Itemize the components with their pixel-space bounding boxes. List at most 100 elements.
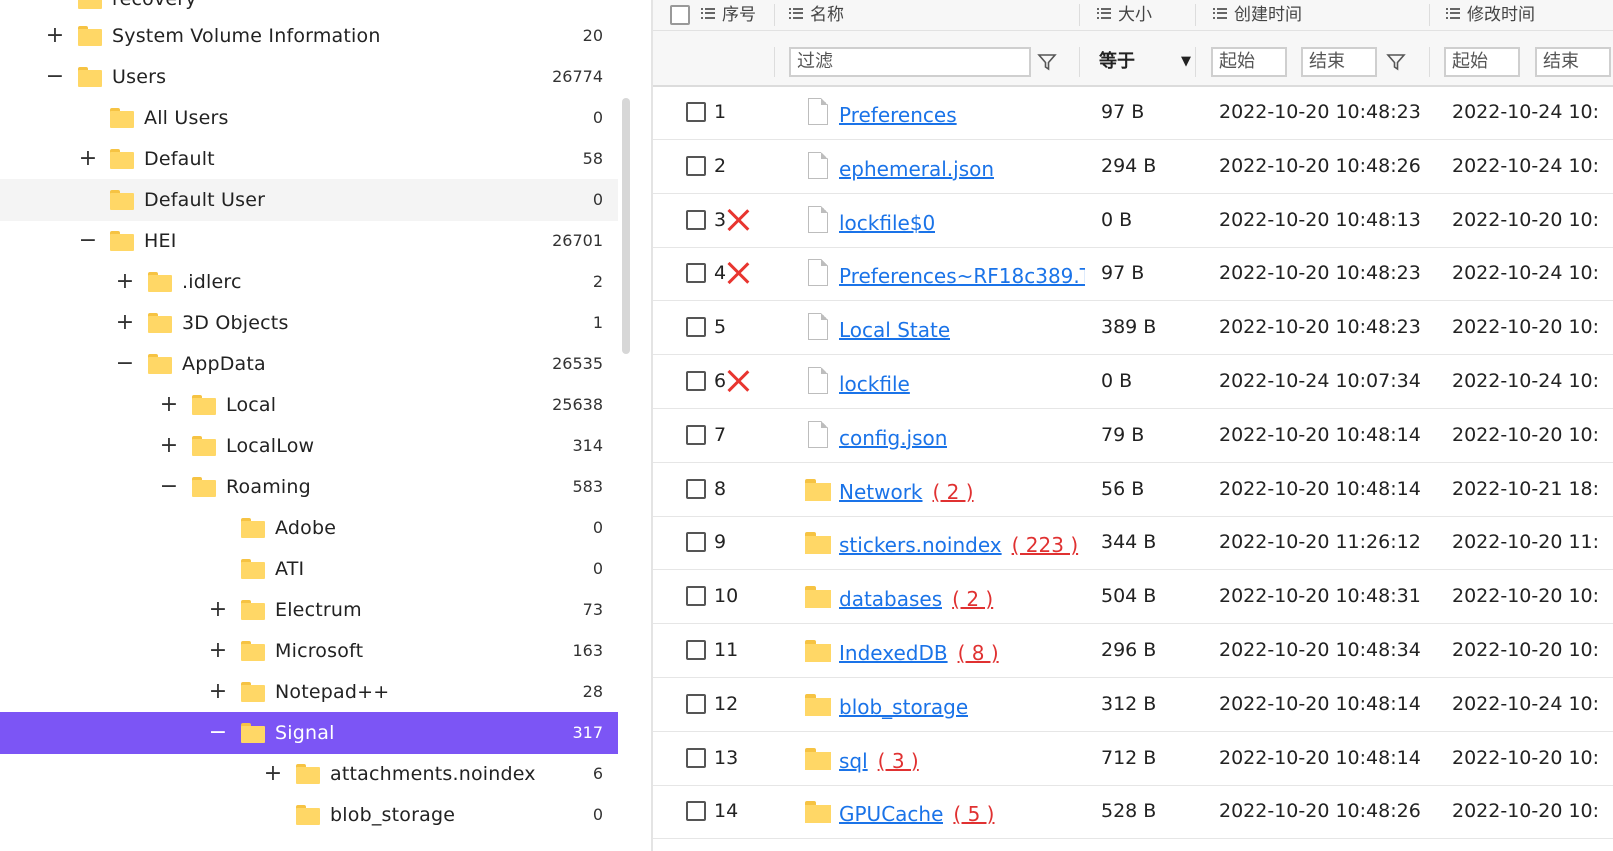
tree-item[interactable]: − Roaming 583 [0, 466, 618, 508]
expand-icon[interactable]: + [44, 22, 66, 50]
expand-icon[interactable]: + [114, 268, 136, 296]
collapse-icon[interactable]: − [158, 473, 180, 501]
file-name-link[interactable]: IndexedDB [839, 624, 948, 677]
tree-item[interactable]: − HEI 26701 [0, 220, 618, 262]
tree-item-count: 0 [592, 805, 603, 824]
tree-item[interactable]: Adobe 0 [0, 507, 618, 549]
collapse-icon[interactable]: − [114, 350, 136, 378]
tree-item[interactable]: Default User 0 [0, 179, 618, 221]
file-name-link[interactable]: lockfile$0 [839, 194, 935, 247]
expand-icon[interactable]: + [114, 309, 136, 337]
row-checkbox[interactable] [686, 478, 706, 499]
expand-icon[interactable]: + [262, 760, 284, 788]
table-row[interactable]: 10 databases ( 2 ) 504 B 2022-10-20 10:48:31… [653, 570, 1613, 625]
created-start-input[interactable]: 起始 [1211, 47, 1287, 77]
file-name-link[interactable]: lockfile [839, 355, 910, 408]
expand-icon[interactable]: + [158, 432, 180, 460]
expand-icon[interactable]: + [207, 637, 229, 665]
tree-item[interactable]: All Users 0 [0, 97, 618, 139]
expand-icon[interactable]: + [77, 145, 99, 173]
table-row[interactable]: 2 ephemeral.json 294 B 2022-10-20 10:48:26 2… [653, 140, 1613, 194]
row-checkbox[interactable] [686, 586, 706, 607]
file-name-link[interactable]: Local State [839, 301, 950, 354]
size-operator-select[interactable]: 等于 ▼ [1099, 47, 1191, 77]
row-checkbox[interactable] [686, 371, 706, 391]
child-count-link[interactable]: ( 8 ) [958, 641, 999, 665]
tree-item[interactable]: +3D Objects 1 [0, 302, 618, 344]
row-checkbox[interactable] [686, 693, 706, 714]
row-checkbox[interactable] [686, 317, 706, 338]
tree-item[interactable]: + Electrum 73 [0, 589, 618, 631]
tree-item[interactable]: + Microsoft 163 [0, 630, 618, 672]
collapse-icon[interactable]: − [207, 719, 229, 747]
table-row[interactable]: 13 sql ( 3 ) 712 B 2022-10-20 10:48:14 2022-1… [653, 732, 1613, 786]
tree-item-label: Users [112, 66, 167, 88]
file-name-link[interactable]: sql [839, 732, 868, 785]
collapse-icon[interactable]: − [44, 63, 66, 91]
created-end-input[interactable]: 结束 [1301, 47, 1377, 77]
table-row[interactable]: 9 stickers.noindex ( 223 ) 344 B 2022-10-20 … [653, 516, 1613, 571]
table-row[interactable]: 5 Local State 389 B 2022-10-20 10:48:23 2022… [653, 301, 1613, 356]
row-checkbox[interactable] [686, 640, 706, 660]
tree-item[interactable]: ATI 0 [0, 548, 618, 590]
file-name-link[interactable]: stickers.noindex [839, 516, 1002, 569]
header-size[interactable]: 大小 [1097, 0, 1152, 30]
row-checkbox[interactable] [686, 532, 706, 553]
file-name-link[interactable]: databases [839, 570, 942, 623]
expand-icon[interactable]: + [158, 391, 180, 419]
filter-funnel-icon[interactable] [1037, 52, 1057, 72]
child-count-link[interactable]: ( 5 ) [953, 802, 994, 826]
header-name[interactable]: 名称 [789, 0, 844, 30]
table-row[interactable]: 12 blob_storage 312 B 2022-10-20 10:48:14 20… [653, 678, 1613, 732]
table-row[interactable]: 11 IndexedDB ( 8 ) 296 B 2022-10-20 10:48:34… [653, 624, 1613, 678]
row-checkbox[interactable] [686, 747, 706, 768]
file-name-link[interactable]: blob_storage [839, 678, 968, 731]
row-checkbox[interactable] [686, 263, 706, 284]
table-row[interactable]: 6 lockfile 0 B 2022-10-24 10:07:34 2022-10-2… [653, 355, 1613, 409]
file-name-link[interactable]: config.json [839, 409, 947, 462]
file-name-link[interactable]: GPUCache [839, 785, 943, 838]
select-all-checkbox[interactable] [670, 5, 690, 25]
name-filter-input[interactable]: 过滤 [789, 47, 1031, 77]
collapse-icon[interactable]: − [77, 227, 99, 255]
tree-item[interactable]: + Local 25638 [0, 384, 618, 426]
child-count-link[interactable]: ( 2 ) [952, 587, 993, 611]
header-created[interactable]: 创建时间 [1213, 0, 1302, 30]
tree-item[interactable]: + LocalLow 314 [0, 425, 618, 467]
child-count-link[interactable]: ( 3 ) [878, 749, 919, 773]
expand-icon[interactable]: + [207, 678, 229, 706]
header-modified[interactable]: 修改时间 [1446, 0, 1535, 30]
tree-item[interactable]: blob_storage 0 [0, 794, 618, 836]
modified-start-input[interactable]: 起始 [1444, 47, 1520, 77]
tree-item[interactable]: + attachments.noindex 6 [0, 753, 618, 795]
table-row[interactable]: 8 Network ( 2 ) 56 B 2022-10-20 10:48:14 2022… [653, 463, 1613, 517]
tree-scrollbar[interactable] [622, 98, 630, 354]
header-seq[interactable]: 序号 [701, 0, 756, 30]
file-name-link[interactable]: Preferences~RF18c389.TMP [839, 247, 1085, 300]
row-checkbox[interactable] [686, 209, 706, 230]
child-count-link[interactable]: ( 2 ) [933, 480, 974, 504]
expand-icon[interactable]: + [207, 596, 229, 624]
table-row[interactable]: 1 Preferences 97 B 2022-10-20 10:48:23 2022-… [653, 86, 1613, 140]
table-row[interactable]: 4 Preferences~RF18c389.TMP 97 B 2022-10-20 … [653, 247, 1613, 302]
tree-item[interactable]: + System Volume Information 20 [0, 15, 618, 57]
filter-funnel-icon[interactable] [1386, 52, 1406, 72]
file-name-link[interactable]: Preferences [839, 86, 957, 139]
row-checkbox[interactable] [686, 801, 706, 822]
file-name-link[interactable]: Network [839, 463, 923, 516]
tree-item[interactable]: − AppData 26535 [0, 343, 618, 385]
child-count-link[interactable]: ( 223 ) [1012, 533, 1079, 557]
tree-item[interactable]: − Signal 317 [0, 712, 618, 754]
tree-item[interactable]: + Notepad++ 28 [0, 671, 618, 713]
row-checkbox[interactable] [686, 155, 706, 176]
tree-item[interactable]: + .idlerc 2 [0, 261, 618, 303]
modified-end-input[interactable]: 结束 [1535, 47, 1611, 77]
file-name-link[interactable]: ephemeral.json [839, 140, 994, 193]
tree-item[interactable]: + Default 58 [0, 138, 618, 180]
table-row[interactable]: 7 config.json 79 B 2022-10-20 10:48:14 2022-… [653, 409, 1613, 463]
tree-item[interactable]: − Users 26774 [0, 56, 618, 98]
row-checkbox[interactable] [686, 102, 706, 122]
row-checkbox[interactable] [686, 424, 706, 445]
table-row[interactable]: 3 lockfile$0 0 B 2022-10-20 10:48:13 2022-10… [653, 194, 1613, 248]
table-row[interactable]: 14 GPUCache ( 5 ) 528 B 2022-10-20 10:48:26 2… [653, 785, 1613, 840]
